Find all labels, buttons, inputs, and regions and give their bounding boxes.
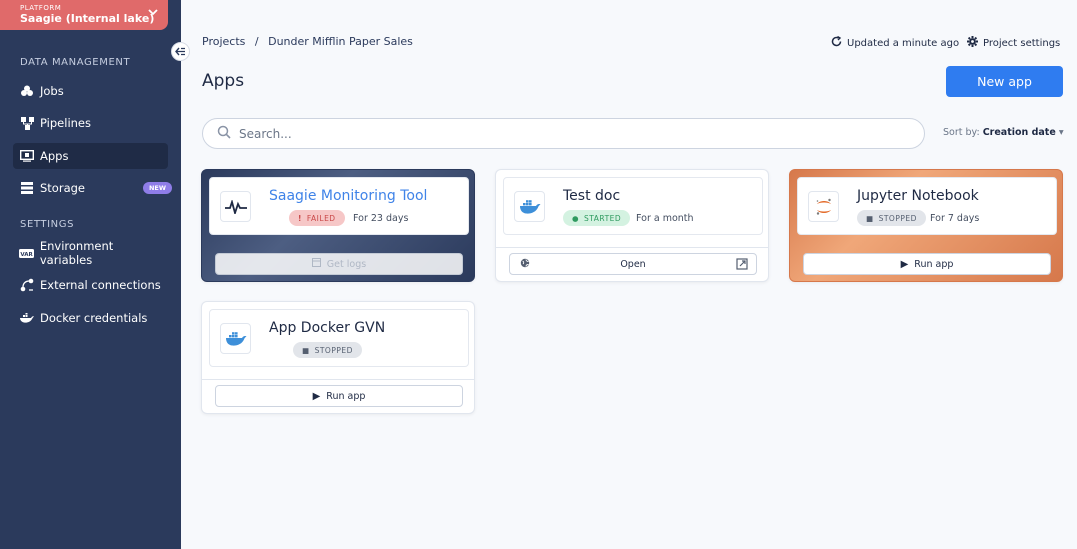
new-badge: NEW	[142, 182, 172, 194]
app-name[interactable]: Jupyter Notebook	[857, 188, 979, 204]
status-badge: ! FAILED	[289, 210, 345, 226]
platform-name: Saagie (Internal lake)	[20, 12, 155, 25]
sidebar-item-label: Docker credentials	[40, 311, 148, 325]
platform-switcher[interactable]: PLATFORM Saagie (Internal lake)	[0, 0, 168, 30]
app-name[interactable]: App Docker GVN	[269, 320, 385, 336]
status-label: STARTED	[584, 213, 622, 223]
run-app-button[interactable]: ▶ Run app	[215, 385, 463, 407]
project-settings-link[interactable]: Project settings	[967, 36, 1060, 50]
project-settings-label: Project settings	[983, 37, 1061, 49]
app-name[interactable]: Test doc	[563, 188, 620, 204]
storage-icon	[19, 180, 35, 196]
sidebar-item-pipelines[interactable]: Pipelines	[13, 110, 168, 136]
sort-label: Sort by:	[943, 127, 980, 138]
search-icon	[217, 124, 231, 143]
section-data-management: DATA MANAGEMENT	[20, 57, 131, 68]
status-badge: ■ STOPPED	[293, 342, 362, 358]
app-card-test-doc[interactable]: Test doc ● STARTED For a month Open	[495, 169, 769, 282]
heartbeat-icon	[220, 191, 251, 222]
updated-label: Updated a minute ago	[847, 37, 960, 49]
breadcrumb-separator: /	[254, 35, 259, 48]
docker-icon	[220, 323, 251, 354]
status-since: For 7 days	[930, 213, 980, 224]
external-link-icon	[736, 258, 748, 273]
sidebar-item-label: Pipelines	[40, 116, 91, 130]
breadcrumb: Projects / Dunder Mifflin Paper Sales	[202, 35, 419, 48]
docker-credentials-icon	[19, 310, 35, 326]
open-label: Open	[620, 258, 646, 270]
logs-icon	[311, 258, 321, 270]
sidebar-item-docker-credentials[interactable]: Docker credentials	[13, 305, 168, 331]
run-app-label: Run app	[326, 390, 366, 402]
svg-text:VAR: VAR	[21, 251, 34, 257]
section-settings: SETTINGS	[20, 219, 75, 230]
app-card-app-docker-gvn[interactable]: App Docker GVN ■ STOPPED ▶ Run app	[201, 301, 475, 414]
search-input[interactable]	[239, 126, 889, 141]
collapse-icon	[175, 47, 185, 56]
chevron-down-icon[interactable]	[148, 8, 158, 19]
status-label: STOPPED	[314, 345, 353, 355]
get-logs-label: Get logs	[326, 258, 367, 270]
status-label: FAILED	[306, 213, 336, 223]
app-card-header[interactable]: App Docker GVN ■ STOPPED	[209, 309, 469, 367]
caret-down-icon: ▾	[1058, 127, 1064, 138]
docker-icon	[514, 191, 545, 222]
sidebar-item-storage[interactable]: Storage NEW	[13, 175, 172, 201]
search-bar[interactable]	[202, 118, 925, 149]
divider	[496, 247, 768, 248]
sidebar: PLATFORM Saagie (Internal lake) DATA MAN…	[0, 0, 181, 549]
status-badge: ■ STOPPED	[857, 210, 926, 226]
status-dot-icon: ●	[572, 213, 580, 223]
sidebar-item-environment-variables[interactable]: VAR Environment variables	[13, 239, 168, 267]
sidebar-item-apps[interactable]: Apps	[13, 143, 168, 169]
app-card-jupyter-notebook[interactable]: Jupyter Notebook ■ STOPPED For 7 days ▶ …	[789, 169, 1063, 282]
sidebar-item-label: External connections	[40, 278, 161, 292]
status-since: For 23 days	[353, 213, 409, 224]
platform-label: PLATFORM	[20, 4, 62, 12]
apps-icon	[19, 148, 35, 164]
pipelines-icon	[19, 115, 35, 131]
status-since: For a month	[636, 213, 694, 224]
sidebar-item-external-connections[interactable]: External connections	[13, 272, 168, 298]
env-var-icon: VAR	[19, 245, 35, 261]
sort-control[interactable]: Sort by: Creation date ▾	[943, 127, 1064, 138]
open-button[interactable]: Open	[509, 253, 757, 275]
app-card-header[interactable]: Jupyter Notebook ■ STOPPED For 7 days	[797, 177, 1057, 235]
breadcrumb-projects[interactable]: Projects	[202, 35, 245, 48]
get-logs-button[interactable]: Get logs	[215, 253, 463, 275]
app-card-header[interactable]: Saagie Monitoring Tool ! FAILED For 23 d…	[209, 177, 469, 235]
stop-icon: ■	[866, 213, 874, 223]
app-card-saagie-monitoring-tool[interactable]: Saagie Monitoring Tool ! FAILED For 23 d…	[201, 169, 475, 282]
stop-icon: ■	[302, 345, 310, 355]
sidebar-item-label: Environment variables	[39, 239, 114, 267]
refresh-icon	[831, 35, 842, 50]
jobs-icon	[19, 83, 35, 99]
breadcrumb-current[interactable]: Dunder Mifflin Paper Sales	[268, 35, 413, 48]
sort-value[interactable]: Creation date	[983, 127, 1056, 138]
app-card-header[interactable]: Test doc ● STARTED For a month	[503, 177, 763, 235]
jupyter-icon	[808, 191, 839, 222]
sidebar-item-label: Jobs	[40, 84, 64, 98]
play-icon: ▶	[312, 390, 321, 402]
status-badge: ● STARTED	[563, 210, 631, 226]
gear-icon	[967, 36, 978, 50]
external-connections-icon	[19, 277, 35, 293]
sidebar-item-label: Apps	[40, 149, 69, 163]
play-icon: ▶	[900, 258, 909, 270]
updated-status[interactable]: Updated a minute ago	[831, 35, 960, 50]
run-app-button[interactable]: ▶ Run app	[803, 253, 1051, 275]
divider	[202, 379, 474, 380]
new-app-button[interactable]: New app	[946, 66, 1063, 97]
sidebar-item-label: Storage	[40, 181, 85, 195]
globe-icon	[520, 258, 530, 271]
page-title: Apps	[202, 71, 245, 91]
app-name[interactable]: Saagie Monitoring Tool	[269, 188, 427, 204]
collapse-sidebar-button[interactable]	[171, 42, 190, 61]
alert-icon: !	[298, 213, 302, 223]
sidebar-item-jobs[interactable]: Jobs	[13, 78, 168, 104]
run-app-label: Run app	[914, 258, 954, 270]
status-label: STOPPED	[878, 213, 917, 223]
